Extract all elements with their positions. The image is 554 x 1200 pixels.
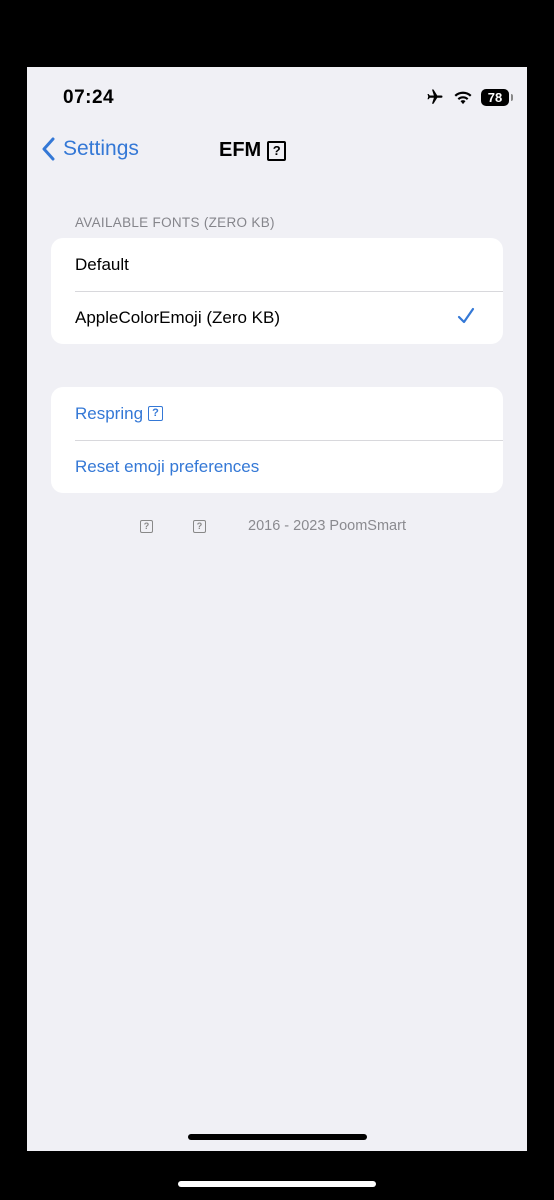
font-option-default[interactable]: Default [51,238,503,291]
airplane-mode-icon [427,89,443,104]
outer-home-indicator [178,1181,376,1187]
reset-emoji-label: Reset emoji preferences [75,456,260,476]
missing-glyph-icon: ? [148,406,164,421]
navigation-bar: Settings EFM ? [27,129,527,175]
page-title-text: EFM [219,139,262,161]
section-header-fonts: AVAILABLE FONTS (ZERO KB) [75,215,275,230]
fonts-list: Default AppleColorEmoji (Zero KB) [51,238,503,344]
missing-glyph-icon: ? [193,520,206,533]
home-indicator[interactable] [188,1134,367,1140]
missing-glyph-icon: ? [140,520,153,533]
battery-nub [511,93,513,101]
checkmark-icon [457,307,475,324]
battery-icon: 78 [481,88,513,106]
font-option-label: AppleColorEmoji (Zero KB) [75,307,281,327]
actions-list: Respring ? Reset emoji preferences [51,387,503,493]
back-button[interactable]: Settings [41,137,139,161]
footer: ? ? 2016 - 2023 PoomSmart [27,517,527,537]
status-icons: 78 [425,87,513,107]
page-title: EFM ? [219,139,287,162]
phone-screen: 07:24 78 Settings EFM ? AVAILABLE FONTS … [27,67,527,1151]
missing-glyph-icon: ? [267,140,287,161]
font-option-applecoloremoji[interactable]: AppleColorEmoji (Zero KB) [51,291,503,344]
copyright-text: 2016 - 2023 PoomSmart [248,518,406,534]
chevron-left-icon [42,137,55,161]
status-bar: 07:24 78 [27,67,527,127]
respring-label: Respring [75,403,144,423]
wifi-icon [454,91,472,105]
battery-level: 78 [487,89,503,105]
font-option-label: Default [75,254,129,274]
respring-button[interactable]: Respring ? [51,387,503,440]
back-label: Settings [63,137,139,160]
reset-emoji-preferences-button[interactable]: Reset emoji preferences [51,440,503,493]
status-time: 07:24 [63,87,115,108]
